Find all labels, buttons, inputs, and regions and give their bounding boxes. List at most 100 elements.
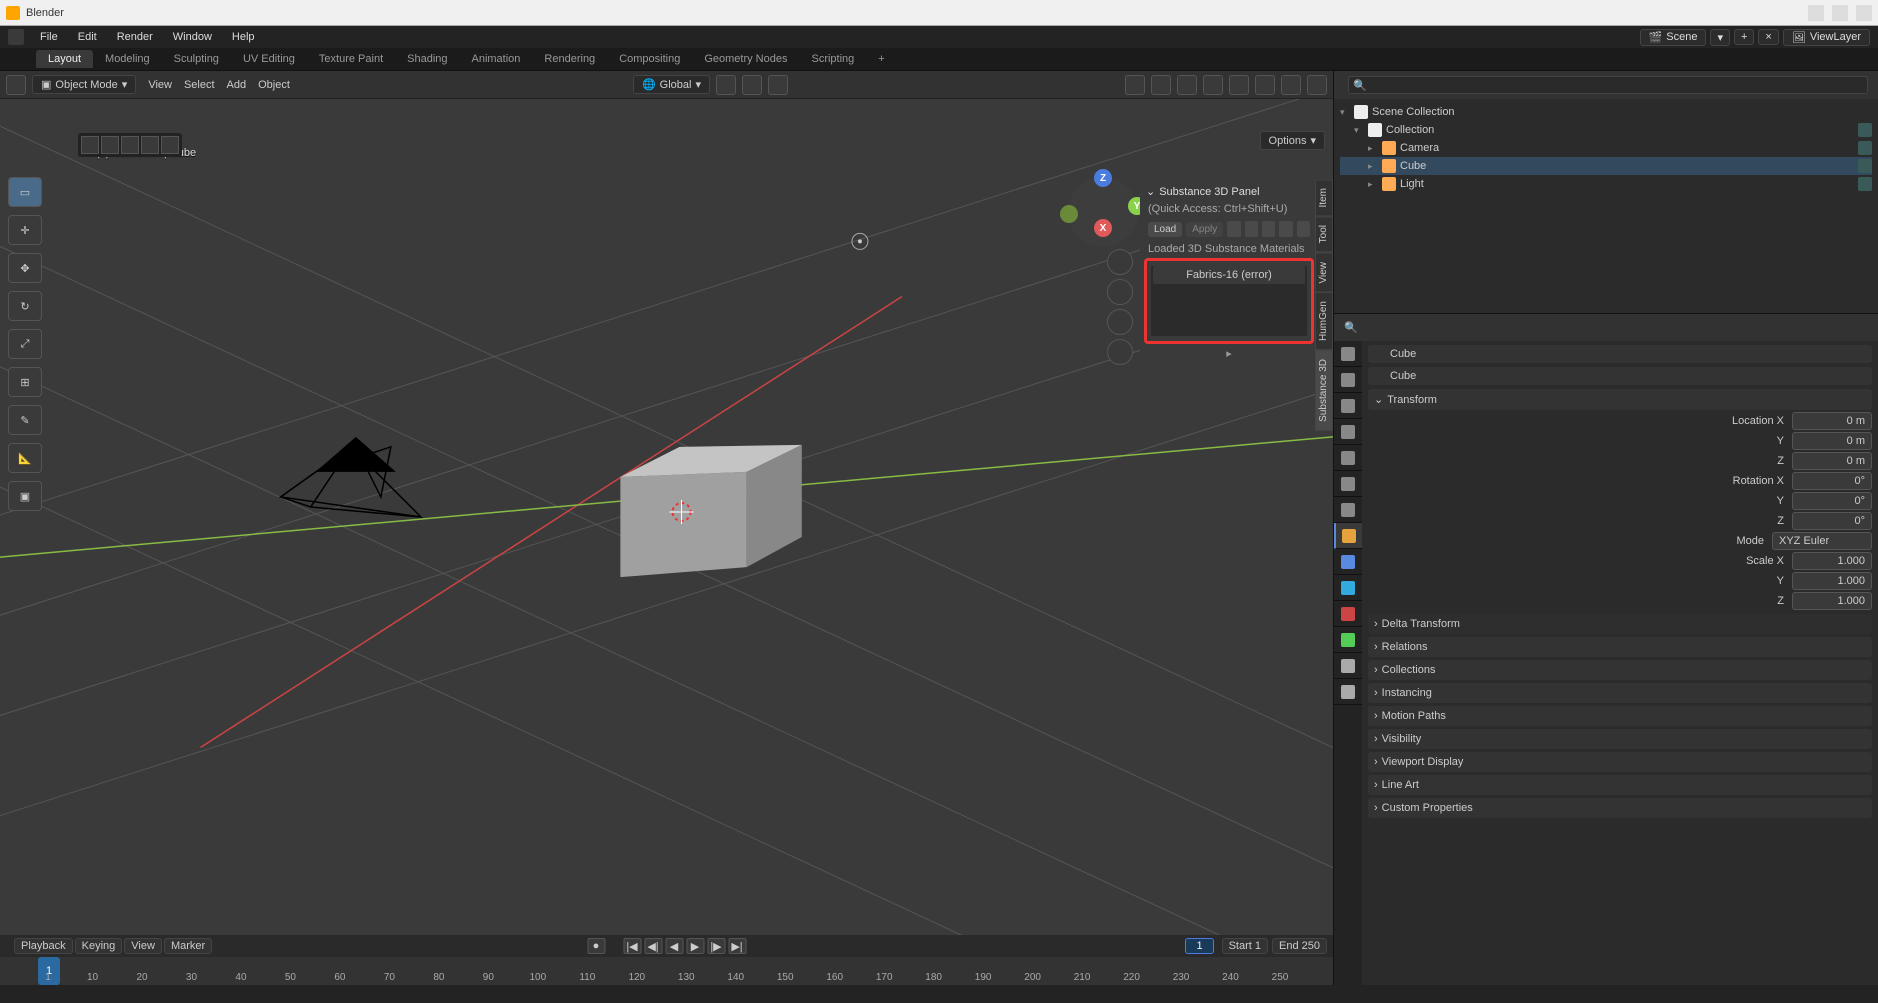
menu-edit[interactable]: Edit [68, 31, 107, 43]
select-mode-2[interactable] [101, 136, 119, 154]
rotx-field[interactable]: 0° [1792, 472, 1872, 490]
perspective-button[interactable] [1107, 339, 1133, 365]
properties-tab-6[interactable] [1334, 497, 1362, 523]
menu-window[interactable]: Window [163, 31, 222, 43]
section-collections[interactable]: ›Collections [1368, 660, 1872, 680]
workspace-tab-sculpting[interactable]: Sculpting [162, 50, 231, 68]
workspace-add-button[interactable]: + [866, 50, 896, 68]
locz-field[interactable]: 0 m [1792, 452, 1872, 470]
scene-new-button[interactable]: + [1734, 29, 1754, 45]
substance-icon-3[interactable] [1262, 221, 1275, 237]
section-line-art[interactable]: ›Line Art [1368, 775, 1872, 795]
outliner-scene-collection[interactable]: ▾ Scene Collection [1340, 103, 1872, 121]
tool-move[interactable]: ✥ [8, 253, 42, 283]
axis-neg[interactable] [1060, 205, 1078, 223]
zoom-button[interactable] [1107, 249, 1133, 275]
scene-delete-button[interactable]: × [1758, 29, 1778, 45]
close-button[interactable] [1856, 5, 1872, 21]
scly-field[interactable]: 1.000 [1792, 572, 1872, 590]
properties-tab-12[interactable] [1334, 653, 1362, 679]
restrict-icon[interactable] [1858, 177, 1872, 191]
menu-help[interactable]: Help [222, 31, 265, 43]
npanel-tab-substance-3d[interactable]: Substance 3D [1315, 350, 1333, 431]
workspace-tab-geometry-nodes[interactable]: Geometry Nodes [692, 50, 799, 68]
gizmo-button[interactable] [1151, 75, 1171, 95]
keyframe-prev-button[interactable]: ◀| [644, 938, 662, 954]
menu-render[interactable]: Render [107, 31, 163, 43]
mode-dropdown[interactable]: ▣ Object Mode ▾ [32, 75, 136, 94]
orientation-dropdown[interactable]: 🌐 Global ▾ [633, 75, 710, 94]
outliner-collection[interactable]: ▾ Collection [1340, 121, 1872, 139]
maximize-button[interactable] [1832, 5, 1848, 21]
properties-tab-11[interactable] [1334, 627, 1362, 653]
workspace-tab-modeling[interactable]: Modeling [93, 50, 162, 68]
properties-tab-3[interactable] [1334, 419, 1362, 445]
play-button[interactable]: ▶ [686, 938, 704, 954]
view3d-menu-select[interactable]: Select [178, 79, 221, 91]
scene-selector[interactable]: 🎬 Scene [1640, 29, 1707, 46]
properties-tab-9[interactable] [1334, 575, 1362, 601]
keyframe-next-button[interactable]: |▶ [707, 938, 725, 954]
section-relations[interactable]: ›Relations [1368, 637, 1872, 657]
properties-breadcrumb[interactable]: Cube [1368, 345, 1872, 363]
select-mode-1[interactable] [81, 136, 99, 154]
snap-type-button[interactable] [742, 75, 762, 95]
xray-button[interactable] [1203, 75, 1223, 95]
npanel-tab-tool[interactable]: Tool [1315, 216, 1333, 252]
viewlayer-selector[interactable]: 🖼 ViewLayer [1783, 29, 1870, 46]
timeline-menu-view[interactable]: View [124, 938, 162, 954]
workspace-tab-rendering[interactable]: Rendering [532, 50, 607, 68]
properties-tab-2[interactable] [1334, 393, 1362, 419]
properties-tab-5[interactable] [1334, 471, 1362, 497]
timeline-ruler[interactable]: 1 11020304050607080901001101201301401501… [0, 957, 1333, 985]
shading-wire-button[interactable] [1229, 75, 1249, 95]
npanel-tab-item[interactable]: Item [1315, 179, 1333, 216]
substance-apply-button[interactable]: Apply [1186, 222, 1223, 237]
properties-tab-10[interactable] [1334, 601, 1362, 627]
menu-file[interactable]: File [30, 31, 68, 43]
outliner-item-light[interactable]: ▸Light [1340, 175, 1872, 193]
section-visibility[interactable]: ›Visibility [1368, 729, 1872, 749]
workspace-tab-compositing[interactable]: Compositing [607, 50, 692, 68]
view3d-menu-view[interactable]: View [142, 79, 178, 91]
properties-tab-8[interactable] [1334, 549, 1362, 575]
workspace-tab-scripting[interactable]: Scripting [799, 50, 866, 68]
nav-gizmo[interactable]: Z Y X [1068, 177, 1138, 247]
workspace-tab-shading[interactable]: Shading [395, 50, 459, 68]
delta-transform-section[interactable]: ›Delta Transform [1368, 614, 1872, 634]
substance-expand[interactable]: ▸ [1144, 344, 1314, 363]
section-motion-paths[interactable]: ›Motion Paths [1368, 706, 1872, 726]
locx-field[interactable]: 0 m [1792, 412, 1872, 430]
scene-browse-button[interactable]: ▾ [1710, 29, 1730, 46]
properties-tab-7[interactable] [1334, 523, 1362, 549]
section-instancing[interactable]: ›Instancing [1368, 683, 1872, 703]
properties-tab-1[interactable] [1334, 367, 1362, 393]
roty-field[interactable]: 0° [1792, 492, 1872, 510]
tool-transform[interactable]: ⊞ [8, 367, 42, 397]
exclude-icon[interactable] [1858, 123, 1872, 137]
view3d-menu-object[interactable]: Object [252, 79, 296, 91]
view3d-menu-add[interactable]: Add [221, 79, 253, 91]
axis-x[interactable]: X [1094, 219, 1112, 237]
outliner-item-camera[interactable]: ▸Camera [1340, 139, 1872, 157]
timeline-menu-marker[interactable]: Marker [164, 938, 212, 954]
select-mode-5[interactable] [161, 136, 179, 154]
viewport-3d[interactable]: User Perspective (1) Collection | Cube ▭… [0, 99, 1333, 935]
select-mode-4[interactable] [141, 136, 159, 154]
substance-material-list[interactable]: Fabrics-16 (error) [1151, 266, 1307, 336]
properties-search[interactable]: 🔍 [1344, 321, 1872, 334]
properties-tab-13[interactable] [1334, 679, 1362, 705]
substance-material-item[interactable]: Fabrics-16 (error) [1153, 266, 1305, 284]
restrict-icon[interactable] [1858, 141, 1872, 155]
overlay-button[interactable] [1177, 75, 1197, 95]
tool-cursor[interactable]: ✛ [8, 215, 42, 245]
proportional-button[interactable] [768, 75, 788, 95]
section-viewport-display[interactable]: ›Viewport Display [1368, 752, 1872, 772]
jump-start-button[interactable]: |◀ [623, 938, 641, 954]
locy-field[interactable]: 0 m [1792, 432, 1872, 450]
current-frame-field[interactable]: 1 [1185, 938, 1213, 954]
snap-button[interactable] [716, 75, 736, 95]
timeline-menu-playback[interactable]: Playback [14, 938, 73, 954]
visibility-button[interactable] [1125, 75, 1145, 95]
substance-load-button[interactable]: Load [1148, 222, 1182, 237]
